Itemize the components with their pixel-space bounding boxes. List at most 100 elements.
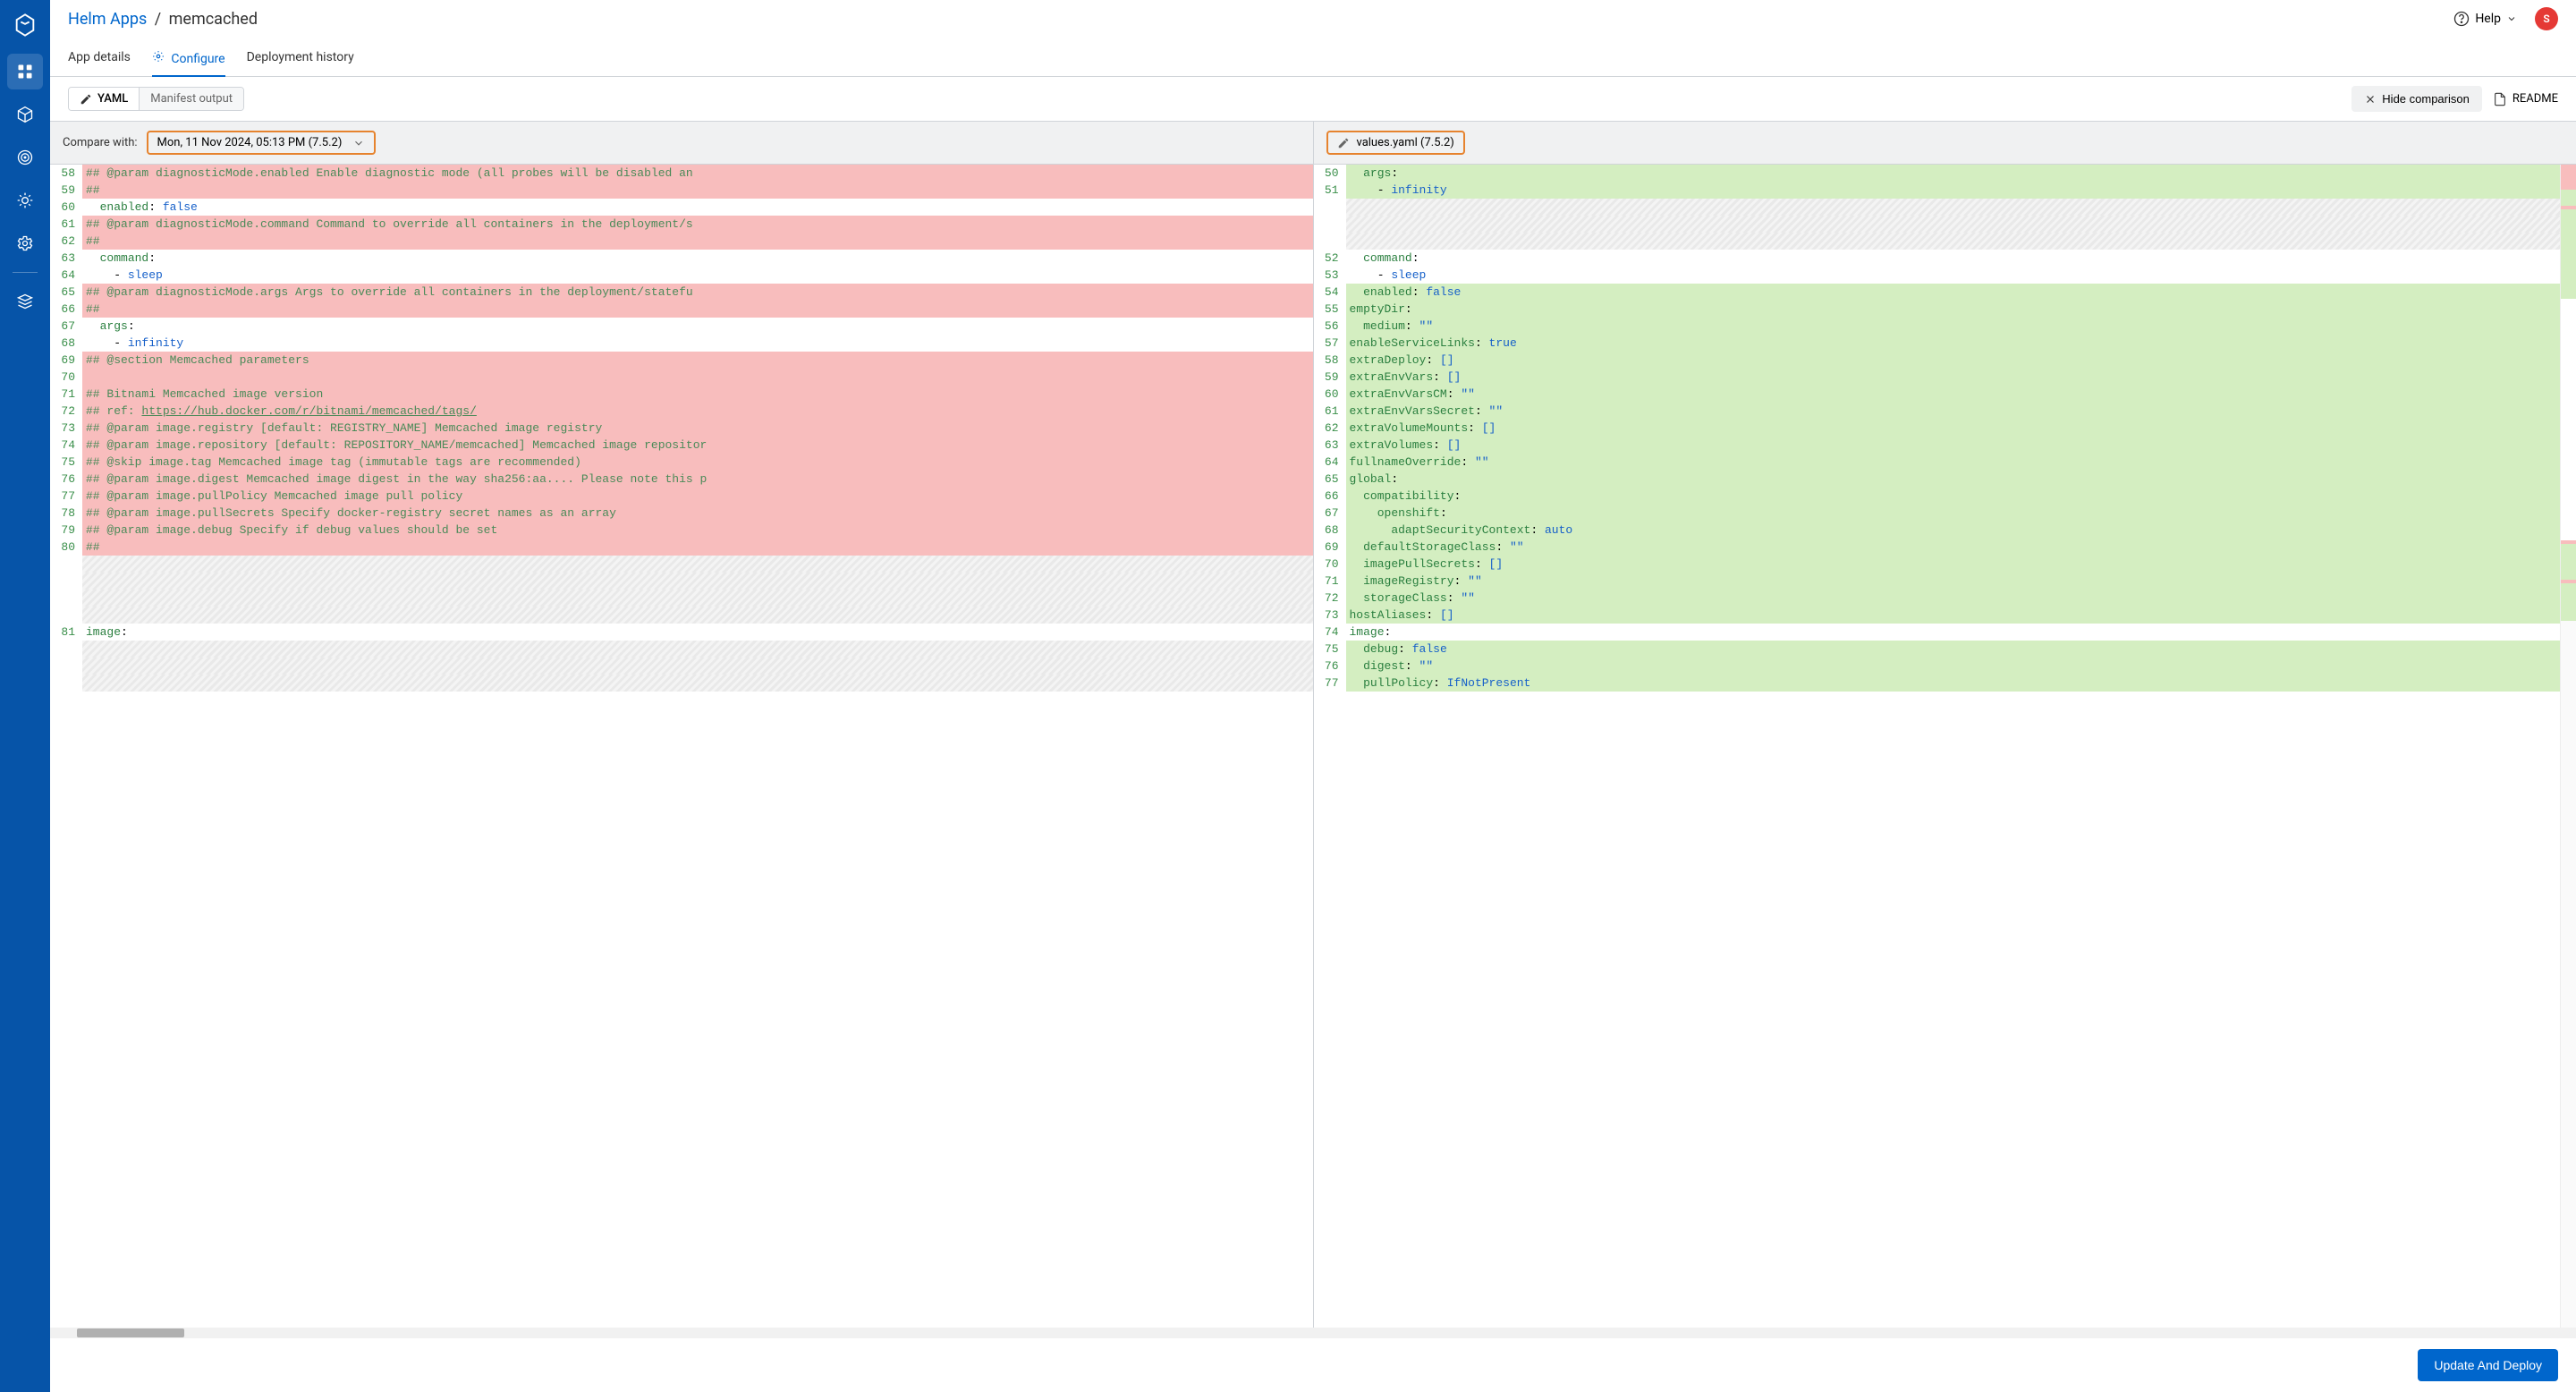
nav-cube-icon[interactable] bbox=[7, 97, 43, 132]
readme-button[interactable]: README bbox=[2493, 92, 2558, 106]
code-line bbox=[50, 658, 1313, 675]
code-line: 63extraVolumes: [] bbox=[1314, 437, 2561, 454]
code-line: 65global: bbox=[1314, 471, 2561, 488]
seg-manifest[interactable]: Manifest output bbox=[139, 88, 243, 110]
sidebar-nav bbox=[0, 0, 50, 1392]
code-line: 64fullnameOverride: "" bbox=[1314, 454, 2561, 471]
code-line: 66 compatibility: bbox=[1314, 488, 2561, 505]
code-line: 73## @param image.registry [default: REG… bbox=[50, 420, 1313, 437]
code-line: 62extraVolumeMounts: [] bbox=[1314, 420, 2561, 437]
nav-apps-icon[interactable] bbox=[7, 54, 43, 89]
close-icon bbox=[2364, 93, 2377, 106]
tab-deployment-history[interactable]: Deployment history bbox=[247, 43, 354, 76]
code-line bbox=[50, 556, 1313, 573]
code-line: 68 adaptSecurityContext: auto bbox=[1314, 522, 2561, 539]
breadcrumb-root[interactable]: Helm Apps bbox=[68, 10, 147, 29]
code-line: 74## @param image.repository [default: R… bbox=[50, 437, 1313, 454]
diff-container: 58## @param diagnosticMode.enabled Enabl… bbox=[50, 165, 2576, 1328]
code-line: 60extraEnvVarsCM: "" bbox=[1314, 386, 2561, 403]
code-line: 66## bbox=[50, 301, 1313, 318]
code-line: 65## @param diagnosticMode.args Args to … bbox=[50, 284, 1313, 301]
tab-configure[interactable]: Configure bbox=[152, 43, 225, 77]
code-line: 54 enabled: false bbox=[1314, 284, 2561, 301]
code-line: 76 digest: "" bbox=[1314, 658, 2561, 675]
code-line: 72 storageClass: "" bbox=[1314, 590, 2561, 607]
code-line: 75 debug: false bbox=[1314, 641, 2561, 658]
nav-divider bbox=[13, 272, 38, 273]
gear-icon bbox=[152, 52, 167, 66]
code-line: 77 pullPolicy: IfNotPresent bbox=[1314, 675, 2561, 692]
current-file-label: values.yaml (7.5.2) bbox=[1357, 136, 1454, 149]
scroll-thumb[interactable] bbox=[77, 1328, 184, 1337]
app-logo[interactable] bbox=[11, 11, 39, 39]
view-segmented: YAML Manifest output bbox=[68, 87, 244, 111]
nav-gear-icon[interactable] bbox=[7, 225, 43, 261]
code-line: 77## @param image.pullPolicy Memcached i… bbox=[50, 488, 1313, 505]
code-line: 59extraEnvVars: [] bbox=[1314, 369, 2561, 386]
pencil-icon bbox=[1337, 137, 1350, 149]
code-line: 61extraEnvVarsSecret: "" bbox=[1314, 403, 2561, 420]
code-line: 70 bbox=[50, 369, 1313, 386]
hide-comparison-button[interactable]: Hide comparison bbox=[2351, 86, 2482, 112]
tab-configure-label: Configure bbox=[171, 52, 225, 66]
code-line: 53 - sleep bbox=[1314, 267, 2561, 284]
code-line: 78## @param image.pullSecrets Specify do… bbox=[50, 505, 1313, 522]
code-line: 67 args: bbox=[50, 318, 1313, 335]
code-line bbox=[50, 607, 1313, 624]
code-line: 57enableServiceLinks: true bbox=[1314, 335, 2561, 352]
code-line bbox=[50, 675, 1313, 692]
code-line: 70 imagePullSecrets: [] bbox=[1314, 556, 2561, 573]
horizontal-scroll[interactable] bbox=[50, 1328, 2576, 1338]
code-line: 73hostAliases: [] bbox=[1314, 607, 2561, 624]
code-line: 68 - infinity bbox=[50, 335, 1313, 352]
nav-helm-icon[interactable] bbox=[7, 182, 43, 218]
code-line: 64 - sleep bbox=[50, 267, 1313, 284]
current-file-indicator: values.yaml (7.5.2) bbox=[1326, 131, 1465, 155]
code-line: 71 imageRegistry: "" bbox=[1314, 573, 2561, 590]
file-icon bbox=[2493, 92, 2507, 106]
code-line: 59## bbox=[50, 182, 1313, 199]
code-line: 67 openshift: bbox=[1314, 505, 2561, 522]
code-line: 52 command: bbox=[1314, 250, 2561, 267]
help-label: Help bbox=[2475, 12, 2501, 26]
code-line: 81image: bbox=[50, 624, 1313, 641]
code-line: 58## @param diagnosticMode.enabled Enabl… bbox=[50, 165, 1313, 182]
code-line: 56 medium: "" bbox=[1314, 318, 2561, 335]
diff-pane-right[interactable]: 50 args:51 - infinity 52 command:53 - sl… bbox=[1313, 165, 2576, 1328]
tab-app-details[interactable]: App details bbox=[68, 43, 131, 76]
code-line: 61## @param diagnosticMode.command Comma… bbox=[50, 216, 1313, 233]
compare-with-label: Compare with: bbox=[63, 136, 138, 149]
code-line: 75## @skip image.tag Memcached image tag… bbox=[50, 454, 1313, 471]
code-line bbox=[50, 590, 1313, 607]
chevron-down-icon bbox=[2506, 13, 2517, 24]
code-line: 72## ref: https://hub.docker.com/r/bitna… bbox=[50, 403, 1313, 420]
code-line bbox=[1314, 216, 2561, 233]
code-line: 69## @section Memcached parameters bbox=[50, 352, 1313, 369]
breadcrumb-sep: / bbox=[155, 10, 161, 29]
nav-target-icon[interactable] bbox=[7, 140, 43, 175]
breadcrumb-current: memcached bbox=[169, 10, 258, 29]
code-line: 69 defaultStorageClass: "" bbox=[1314, 539, 2561, 556]
code-line bbox=[50, 641, 1313, 658]
code-line: 51 - infinity bbox=[1314, 182, 2561, 199]
code-line: 50 args: bbox=[1314, 165, 2561, 182]
nav-stack-icon[interactable] bbox=[7, 284, 43, 319]
avatar[interactable]: S bbox=[2535, 7, 2558, 30]
update-and-deploy-button[interactable]: Update And Deploy bbox=[2418, 1349, 2558, 1381]
chevron-down-icon bbox=[352, 137, 365, 149]
code-line: 71## Bitnami Memcached image version bbox=[50, 386, 1313, 403]
code-line: 74image: bbox=[1314, 624, 2561, 641]
code-line bbox=[1314, 199, 2561, 216]
seg-yaml-label: YAML bbox=[97, 92, 128, 106]
code-line: 62## bbox=[50, 233, 1313, 250]
diff-pane-left[interactable]: 58## @param diagnosticMode.enabled Enabl… bbox=[50, 165, 1313, 1328]
minimap-right[interactable] bbox=[2560, 165, 2576, 1328]
code-line: 76## @param image.digest Memcached image… bbox=[50, 471, 1313, 488]
compare-version-value: Mon, 11 Nov 2024, 05:13 PM (7.5.2) bbox=[157, 136, 343, 149]
pencil-icon bbox=[80, 93, 92, 106]
compare-version-selector[interactable]: Mon, 11 Nov 2024, 05:13 PM (7.5.2) bbox=[147, 131, 377, 155]
code-line bbox=[50, 573, 1313, 590]
code-line: 80## bbox=[50, 539, 1313, 556]
seg-yaml[interactable]: YAML bbox=[69, 88, 139, 110]
help-button[interactable]: Help bbox=[2446, 7, 2524, 30]
